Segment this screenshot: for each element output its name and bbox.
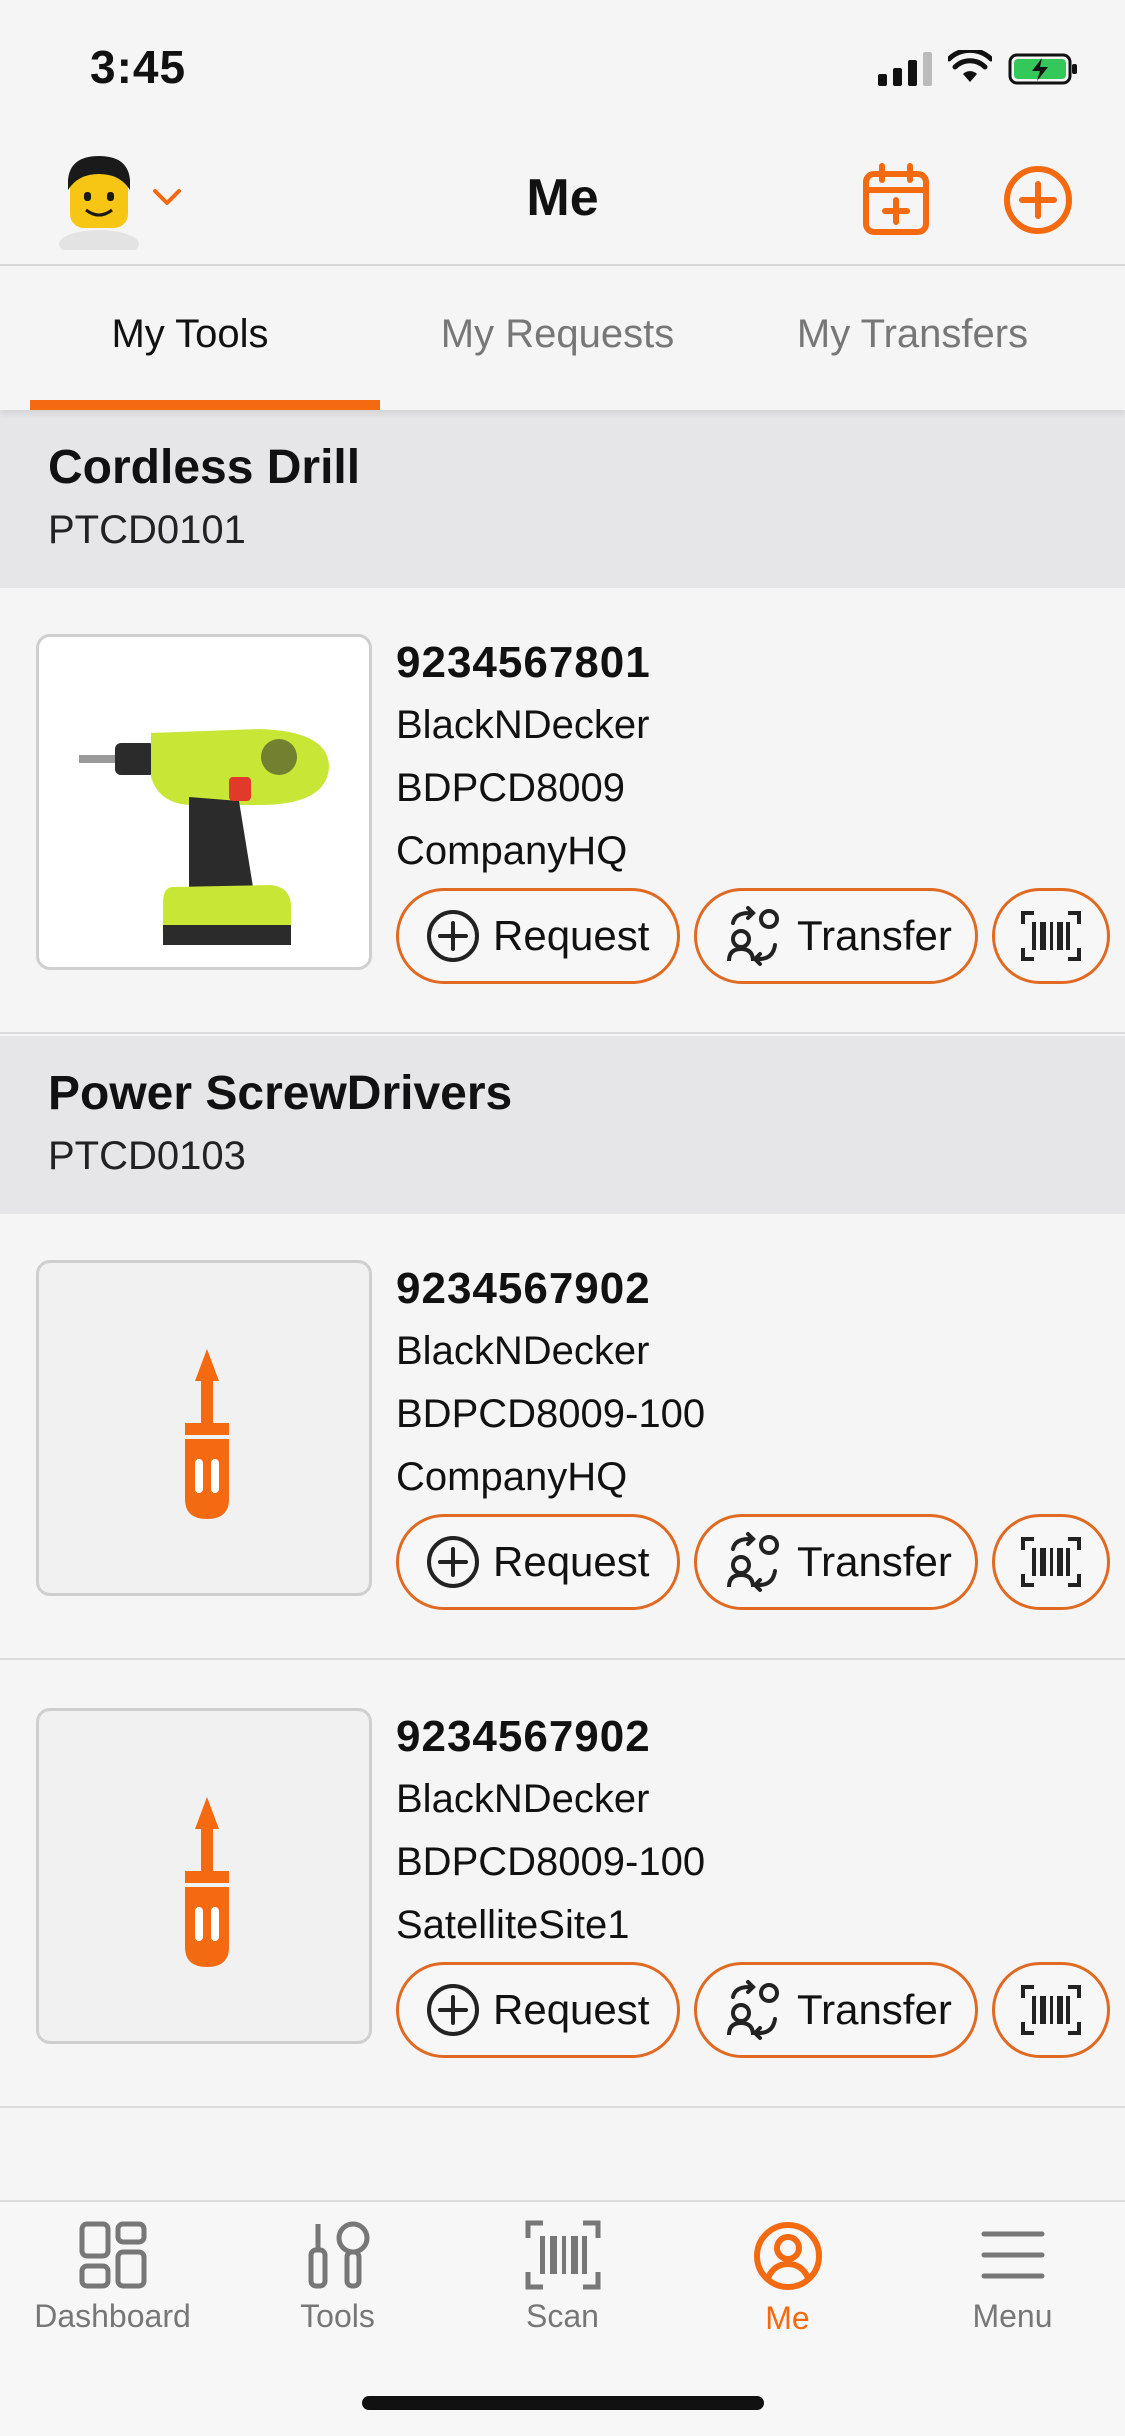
barcode-icon: [1021, 911, 1081, 961]
group-name: Cordless Drill: [48, 441, 361, 494]
transfer-label: Transfer: [797, 912, 952, 959]
model: BDPCD8009: [396, 766, 626, 810]
transfer-label: Transfer: [797, 1538, 952, 1585]
location: SatelliteSite1: [396, 1903, 630, 1947]
calendar-add-icon[interactable]: [858, 162, 934, 238]
transfer-icon: [727, 906, 779, 966]
nav-label: Me: [765, 2300, 810, 2336]
tab-bar: My Tools My Requests My Transfers: [0, 268, 1125, 410]
nav-label: Dashboard: [34, 2298, 191, 2334]
app-header: Me: [0, 140, 1125, 266]
request-button[interactable]: Request: [396, 1514, 680, 1610]
brand: BlackNDecker: [396, 1777, 650, 1821]
barcode-icon: [1021, 1537, 1081, 1587]
group-header: Power ScrewDrivers PTCD0103: [0, 1036, 1125, 1214]
brand: BlackNDecker: [396, 1329, 650, 1373]
request-label: Request: [493, 912, 650, 959]
nav-dashboard[interactable]: Dashboard: [0, 2220, 225, 2335]
transfer-icon: [727, 1532, 779, 1592]
tab-my-tools[interactable]: My Tools: [0, 268, 380, 410]
request-label: Request: [493, 1986, 650, 2033]
transfer-button[interactable]: Transfer: [694, 1962, 978, 2058]
battery-icon: [1008, 53, 1077, 85]
menu-icon: [981, 2231, 1044, 2279]
drill-image: [79, 729, 329, 945]
tab-my-requests[interactable]: My Requests: [380, 268, 735, 410]
tool-actions: Request Transfer: [396, 888, 1110, 984]
tool-row[interactable]: 9234567801 BlackNDecker BDPCD8009 Compan…: [0, 588, 1125, 1034]
location: CompanyHQ: [396, 829, 628, 873]
status-bar: 3:45: [0, 0, 1125, 140]
drill-photo: [36, 634, 372, 970]
home-indicator[interactable]: [362, 2396, 764, 2410]
plus-circle-icon: [427, 1984, 479, 2036]
tool-actions: Request Transfer: [396, 1514, 1110, 1610]
screwdriver-icon: [36, 1708, 372, 2044]
serial-number: 9234567801: [396, 638, 651, 687]
transfer-button[interactable]: Transfer: [694, 888, 978, 984]
group-code: PTCD0103: [48, 1134, 246, 1178]
barcode-button[interactable]: [992, 888, 1110, 984]
nav-scan[interactable]: Scan: [450, 2220, 675, 2335]
tab-my-transfers[interactable]: My Transfers: [735, 268, 1090, 410]
brand: BlackNDecker: [396, 703, 650, 747]
nav-tools[interactable]: Tools: [225, 2220, 450, 2335]
serial-number: 9234567902: [396, 1264, 651, 1313]
group-name: Power ScrewDrivers: [48, 1067, 513, 1120]
request-button[interactable]: Request: [396, 1962, 680, 2058]
wifi-icon: [948, 50, 992, 82]
serial-number: 9234567902: [396, 1712, 651, 1761]
transfer-label: Transfer: [797, 1986, 952, 2033]
signal-icon: [878, 50, 932, 86]
screwdriver-icon: [36, 1260, 372, 1596]
barcode-button[interactable]: [992, 1962, 1110, 2058]
barcode-button[interactable]: [992, 1514, 1110, 1610]
tool-info: 9234567902 BlackNDecker BDPCD8009-100 Sa…: [396, 1706, 705, 1957]
transfer-icon: [727, 1980, 779, 2040]
add-circle-icon[interactable]: [1000, 162, 1076, 238]
barcode-icon: [1021, 1985, 1081, 2035]
plus-circle-icon: [427, 910, 479, 962]
tool-info: 9234567801 BlackNDecker BDPCD8009 Compan…: [396, 632, 651, 883]
tools-icon: [308, 2221, 369, 2289]
transfer-button[interactable]: Transfer: [694, 1514, 978, 1610]
nav-me[interactable]: Me: [675, 2220, 900, 2337]
tool-row[interactable]: 9234567902 BlackNDecker BDPCD8009-100 Co…: [0, 1214, 1125, 1660]
group-code: PTCD0101: [48, 508, 246, 552]
user-circle-icon: [753, 2222, 822, 2290]
dashboard-icon: [79, 2221, 146, 2289]
model: BDPCD8009-100: [396, 1840, 706, 1884]
page-title: Me: [526, 169, 599, 227]
nav-label: Tools: [300, 2298, 375, 2334]
plus-circle-icon: [427, 1536, 479, 1588]
nav-menu[interactable]: Menu: [900, 2220, 1125, 2335]
request-label: Request: [493, 1538, 650, 1585]
location: CompanyHQ: [396, 1455, 628, 1499]
request-button[interactable]: Request: [396, 888, 680, 984]
barcode-icon: [525, 2220, 600, 2290]
status-time: 3:45: [90, 41, 187, 93]
model: BDPCD8009-100: [396, 1392, 706, 1436]
tool-info: 9234567902 BlackNDecker BDPCD8009-100 Co…: [396, 1258, 705, 1509]
nav-label: Scan: [526, 2298, 599, 2334]
nav-label: Menu: [972, 2298, 1053, 2334]
group-header: Cordless Drill PTCD0101: [0, 410, 1125, 588]
tool-row[interactable]: 9234567902 BlackNDecker BDPCD8009-100 Sa…: [0, 1662, 1125, 2108]
tool-actions: Request Transfer: [396, 1962, 1110, 2058]
